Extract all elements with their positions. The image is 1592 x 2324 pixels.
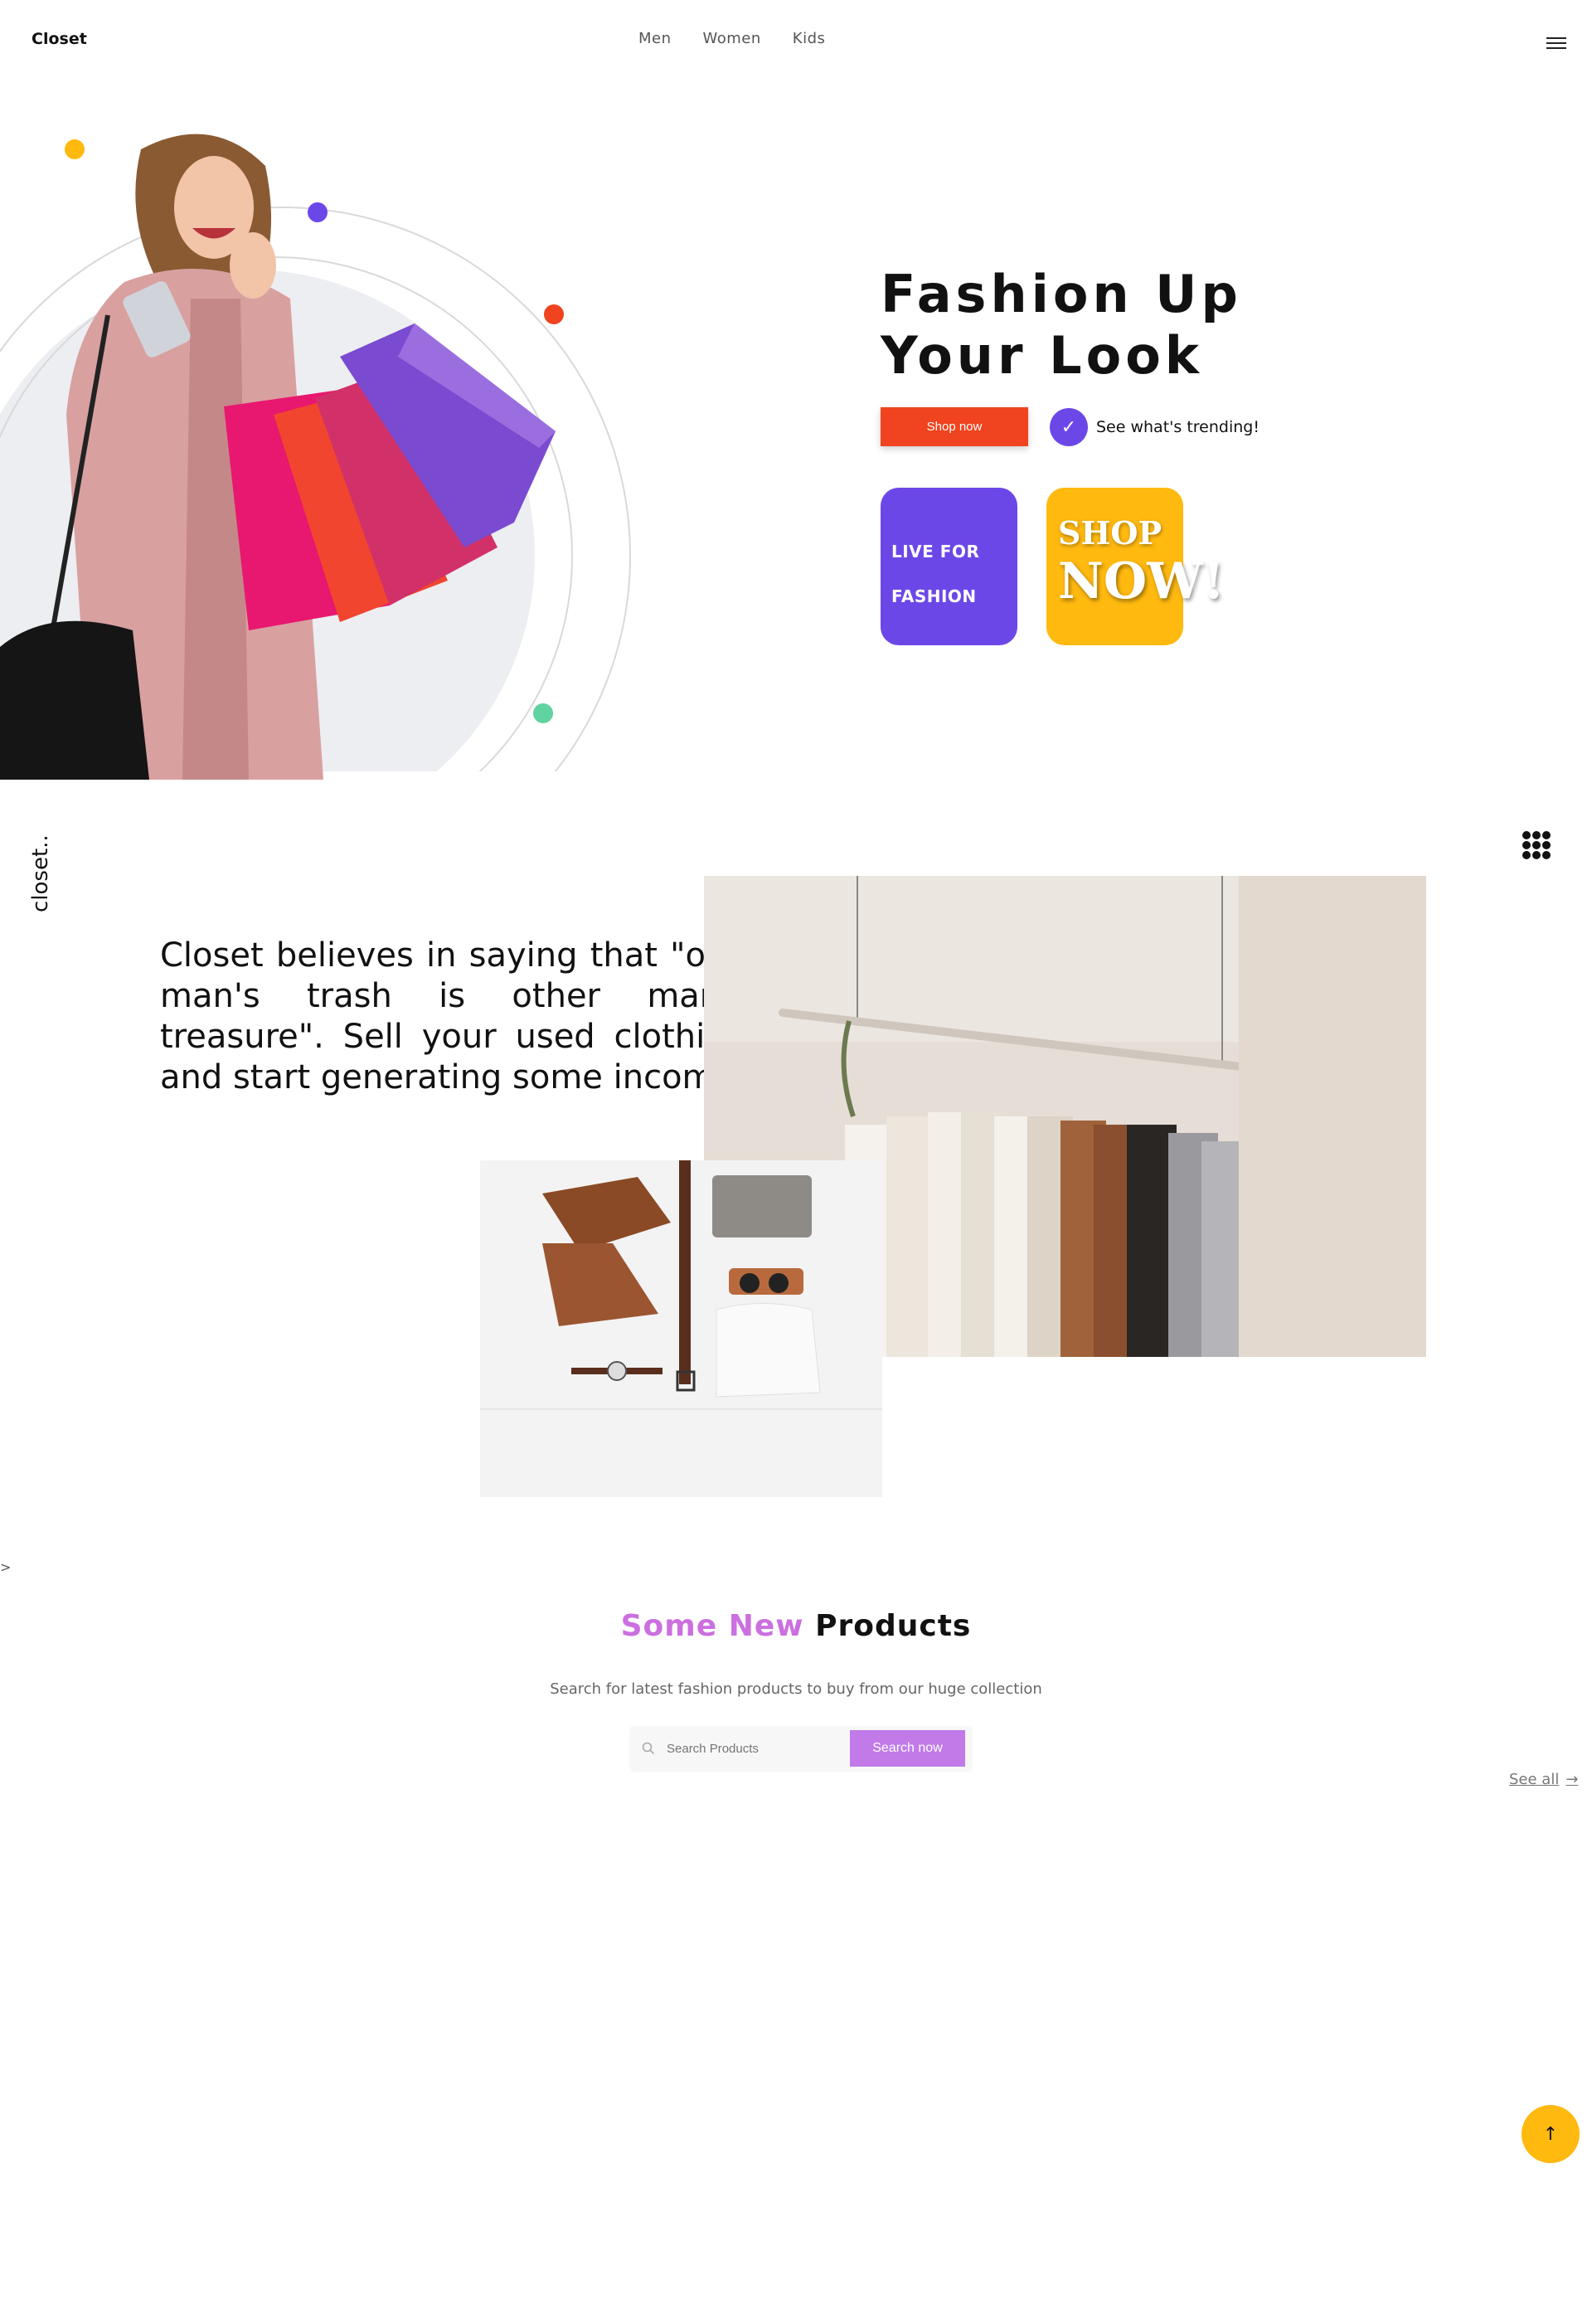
search-input[interactable] bbox=[667, 1741, 850, 1756]
hero-illustration bbox=[0, 134, 663, 780]
hero-title-line1: Fashion Up bbox=[881, 264, 1242, 324]
shop-now-card[interactable]: SHOP NOW! bbox=[1046, 488, 1225, 645]
arrow-up-icon[interactable]: ↑ bbox=[1522, 2105, 1580, 2163]
products-title-highlight: Some New bbox=[620, 1609, 804, 1643]
card-purple-line1: LIVE FOR bbox=[891, 542, 980, 562]
hero-title-line2: Your Look bbox=[881, 325, 1204, 386]
products-subtitle: Search for latest fashion products to bu… bbox=[550, 1680, 1042, 1698]
nav-women[interactable]: Women bbox=[703, 30, 761, 47]
about-quote: Closet believes in saying that "one man'… bbox=[160, 936, 747, 1096]
orbit-dot-red bbox=[544, 304, 564, 324]
grid-dots-icon[interactable] bbox=[1522, 831, 1551, 859]
trending-link[interactable]: ✓ See what's trending! bbox=[1050, 408, 1260, 446]
orbit-dot-purple bbox=[308, 202, 328, 222]
card-yellow-line1: SHOP bbox=[1058, 514, 1162, 552]
flat-lay-outfit-photo bbox=[480, 1160, 882, 1497]
search-icon bbox=[642, 1742, 655, 1755]
side-label: closet.. bbox=[28, 834, 53, 912]
products-title: Some New Products bbox=[0, 1609, 1592, 1643]
orbit-dot-yellow bbox=[65, 139, 85, 159]
card-yellow-line2: NOW! bbox=[1058, 552, 1225, 610]
products-title-rest: Products bbox=[815, 1609, 972, 1643]
hero-title: Fashion Up Your Look bbox=[881, 264, 1242, 387]
orbit-dot-green bbox=[533, 703, 553, 723]
shop-now-button[interactable]: Shop now bbox=[881, 407, 1028, 446]
see-all-link[interactable]: See all → bbox=[1509, 1771, 1578, 1788]
see-all-label: See all bbox=[1509, 1771, 1560, 1788]
arrow-right-icon: → bbox=[1565, 1771, 1579, 1788]
check-icon: ✓ bbox=[1050, 408, 1088, 446]
main-nav: Men Women Kids bbox=[638, 30, 825, 47]
trending-label: See what's trending! bbox=[1096, 418, 1260, 436]
nav-kids[interactable]: Kids bbox=[793, 30, 826, 47]
card-purple-line2: FASHION bbox=[891, 586, 977, 606]
search-now-button[interactable]: Search now bbox=[850, 1730, 965, 1767]
product-search-bar: Search now bbox=[630, 1726, 972, 1771]
brand-logo[interactable]: Closet bbox=[32, 30, 87, 48]
nav-men[interactable]: Men bbox=[638, 30, 672, 47]
hamburger-menu-icon[interactable] bbox=[1546, 37, 1566, 52]
live-for-fashion-card[interactable]: LIVE FOR FASHION bbox=[881, 488, 1017, 645]
chevron-right-icon[interactable]: > bbox=[0, 1559, 11, 1575]
